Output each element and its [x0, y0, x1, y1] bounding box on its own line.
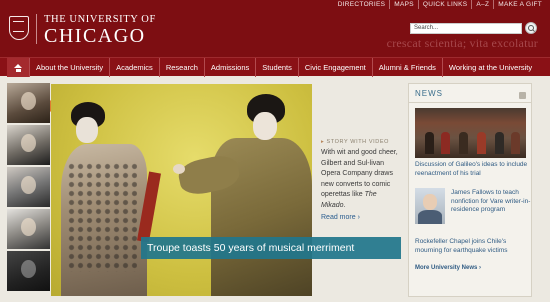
logo-chicago[interactable]: CHICAGO [44, 25, 146, 48]
rss-icon[interactable] [519, 92, 526, 99]
motto: crescat scientia; vita excolatur [386, 36, 538, 50]
nav-academics[interactable]: Academics [109, 57, 159, 77]
utility-links: DIRECTORIES MAPS QUICK LINKS A–Z MAKE A … [334, 0, 546, 9]
news-image-galileo[interactable] [415, 108, 526, 158]
thumbnail-portrait-3[interactable] [7, 167, 50, 207]
thumbnail-portrait-2[interactable] [7, 125, 50, 165]
story-body: With wit and good cheer, Gilbert and Sul… [321, 149, 398, 209]
quick-links-link[interactable]: QUICK LINKS [417, 0, 471, 9]
thumbnail-opera[interactable] [7, 83, 50, 123]
search-icon[interactable] [525, 22, 537, 34]
home-icon[interactable] [7, 57, 29, 77]
a-z-link[interactable]: A–Z [471, 0, 493, 9]
hero-caption[interactable]: Troupe toasts 50 years of musical merrim… [141, 237, 401, 259]
story-with-video-label: STORY WITH VIDEO [321, 139, 403, 145]
nav-about[interactable]: About the University [29, 57, 109, 77]
nav-research[interactable]: Research [158, 57, 204, 77]
nav-civic-engagement[interactable]: Civic Engagement [297, 57, 372, 77]
news-item-fallows[interactable]: James Fallows to teach nonfiction for Va… [451, 189, 531, 215]
make-a-gift-link[interactable]: MAKE A GIFT [493, 0, 546, 9]
story-summary: STORY WITH VIDEO With wit and good cheer… [321, 139, 403, 221]
news-image-fallows[interactable] [415, 188, 445, 224]
nav-admissions[interactable]: Admissions [203, 57, 255, 77]
performer-right [171, 94, 312, 296]
logo-the-university-of[interactable]: THE UNIVERSITY OF [44, 14, 156, 25]
thumbnail-portrait-4[interactable] [7, 209, 50, 249]
nav-students[interactable]: Students [255, 57, 298, 77]
performer-left [57, 102, 177, 296]
read-more-link[interactable]: Read more › [321, 214, 403, 221]
nav-alumni-friends[interactable]: Alumni & Friends [371, 57, 442, 77]
news-header: NEWS [409, 84, 531, 103]
site-header: DIRECTORIES MAPS QUICK LINKS A–Z MAKE A … [0, 0, 550, 57]
more-news-link[interactable]: More University News [415, 265, 481, 271]
directories-link[interactable]: DIRECTORIES [334, 0, 390, 9]
university-seal-icon[interactable] [9, 16, 29, 40]
maps-link[interactable]: MAPS [389, 0, 418, 9]
story-thumbnails [7, 83, 50, 297]
nav-working[interactable]: Working at the University [441, 57, 538, 77]
news-title: NEWS [415, 89, 443, 98]
main-nav: About the University Academics Research … [0, 57, 550, 77]
hero-image[interactable] [51, 84, 312, 296]
news-item-galileo[interactable]: Discussion of Galileo's ideas to include… [415, 161, 531, 178]
logo-divider [36, 14, 37, 44]
thumbnail-portrait-5[interactable] [7, 251, 50, 291]
search-input[interactable]: Search... [410, 23, 522, 34]
news-item-rockefeller[interactable]: Rockefeller Chapel joins Chile's mournin… [415, 238, 531, 255]
news-panel: NEWS Discussion of Galileo's ideas to in… [408, 83, 532, 297]
